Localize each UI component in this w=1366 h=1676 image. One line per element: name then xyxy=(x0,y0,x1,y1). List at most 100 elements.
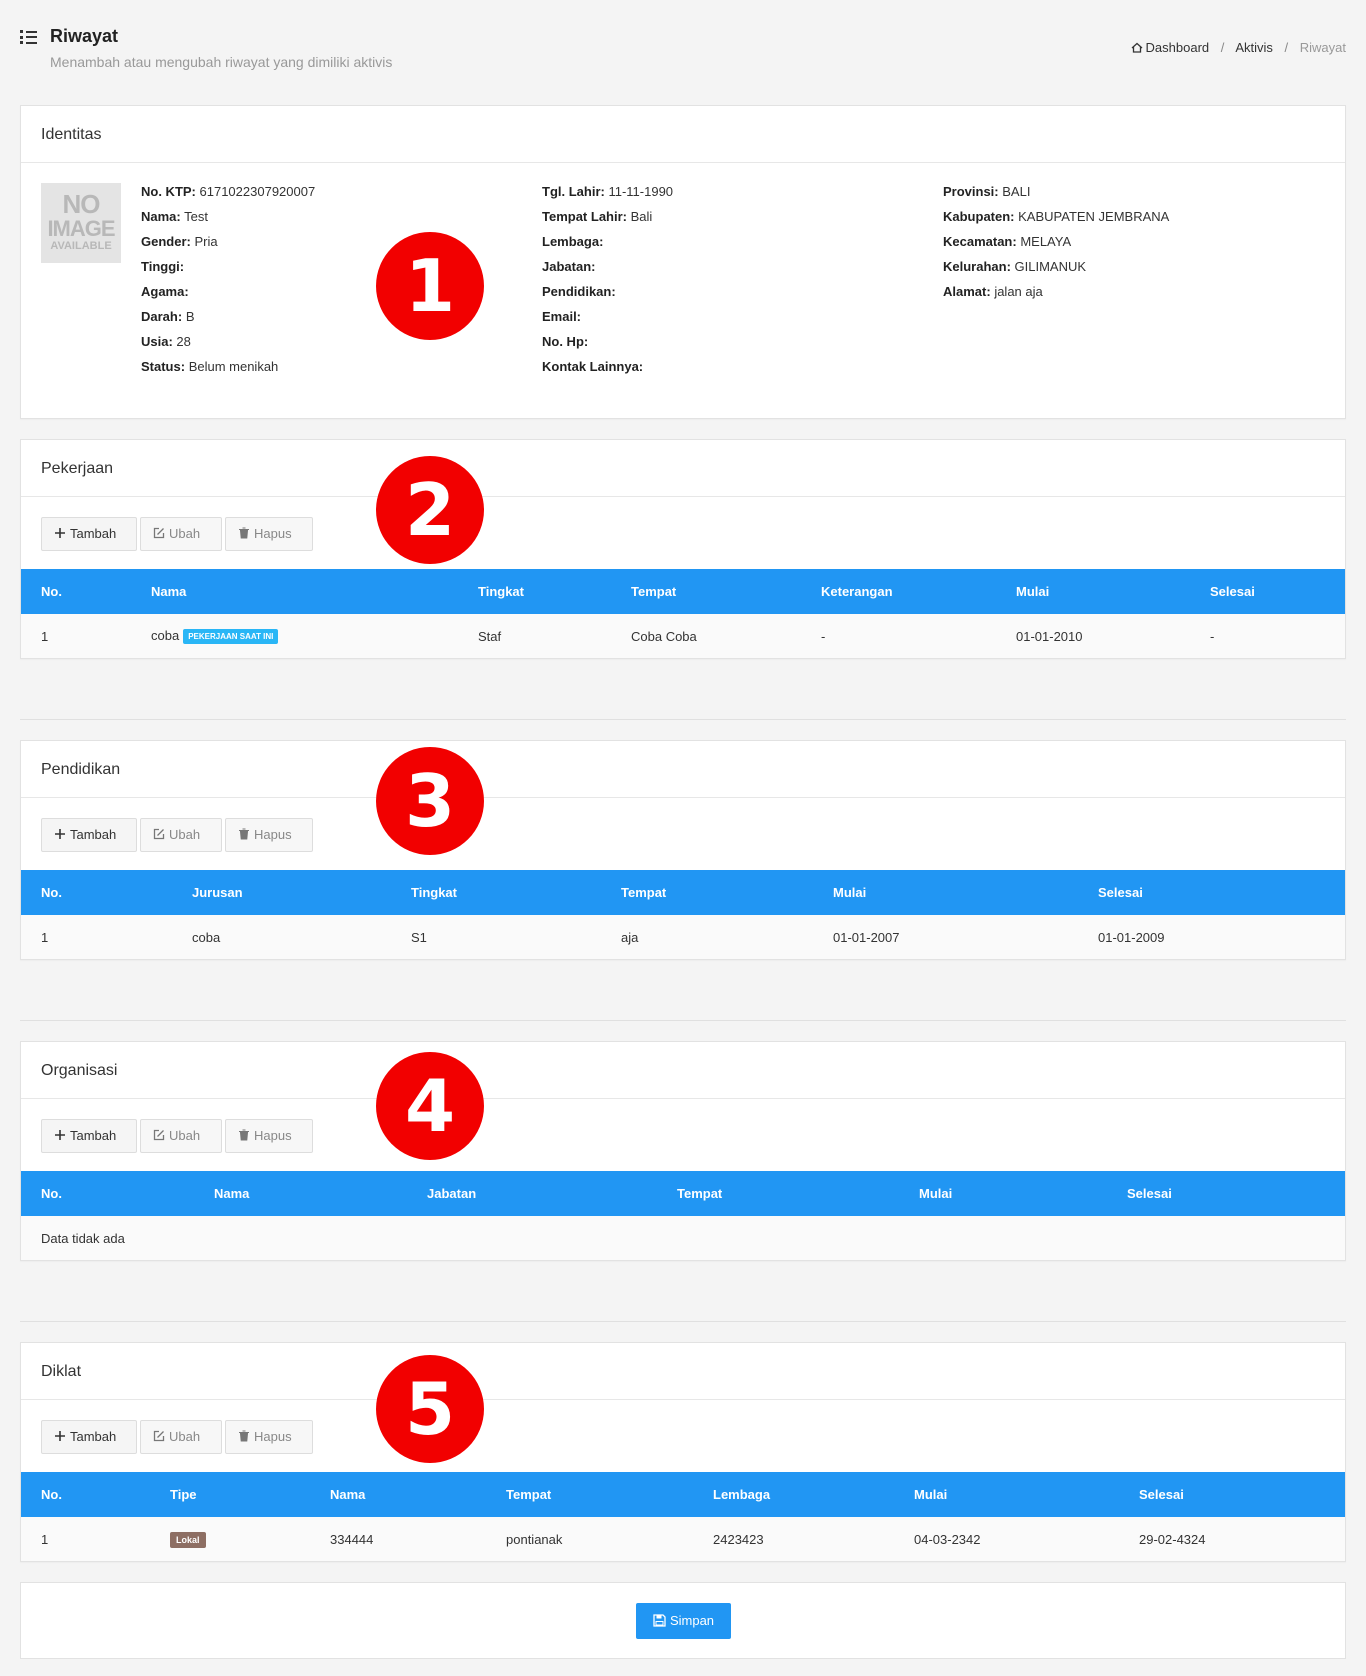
field-value: 6171022307920007 xyxy=(199,184,316,199)
field-label: Status: xyxy=(141,359,186,374)
field-value: GILIMANUK xyxy=(1014,259,1087,274)
delete-button[interactable]: Hapus xyxy=(225,1119,313,1153)
column-header[interactable]: No. xyxy=(21,569,131,614)
column-header[interactable]: Selesai xyxy=(1107,1171,1345,1216)
breadcrumb-riwayat: Riwayat xyxy=(1299,40,1346,55)
add-button[interactable]: Tambah xyxy=(41,1119,137,1153)
column-header[interactable]: No. xyxy=(21,870,172,915)
column-header[interactable]: Tempat xyxy=(611,569,801,614)
identitas-field: Status: Belum menikah xyxy=(141,358,315,383)
identitas-body: NO IMAGE AVAILABLE No. KTP: 617102230792… xyxy=(21,163,1345,419)
column-header[interactable]: Jabatan xyxy=(407,1171,657,1216)
identitas-field: Tempat Lahir: Bali xyxy=(542,208,673,233)
field-label: Kabupaten: xyxy=(943,209,1015,224)
column-header[interactable]: No. xyxy=(21,1171,194,1216)
identitas-field: Gender: Pria xyxy=(141,233,315,258)
identitas-field: Nama: Test xyxy=(141,208,315,233)
column-header[interactable]: Selesai xyxy=(1119,1472,1345,1517)
edit-button[interactable]: Ubah xyxy=(140,1119,222,1153)
edit-button[interactable]: Ubah xyxy=(140,1420,222,1454)
column-header[interactable]: Tempat xyxy=(601,870,813,915)
cell-tingkat: S1 xyxy=(411,929,427,945)
edit-icon xyxy=(153,1430,165,1442)
save-icon xyxy=(653,1614,666,1627)
trash-icon xyxy=(239,828,249,840)
field-label: Email: xyxy=(542,309,582,324)
breadcrumb: Dashboard / Aktivis / Riwayat xyxy=(1131,40,1346,55)
identitas-field: Kontak Lainnya: xyxy=(542,358,673,383)
list-icon xyxy=(20,30,38,44)
identitas-field: Email: xyxy=(542,308,673,333)
diklat-card: Diklat Tambah Ubah Hapus No. Tipe Nama Temp… xyxy=(20,1342,1346,1562)
edit-icon xyxy=(153,1129,165,1141)
delete-button[interactable]: Hapus xyxy=(225,818,313,852)
diklat-title: Diklat xyxy=(21,1343,1345,1400)
identitas-field: Kelurahan: GILIMANUK xyxy=(943,258,1169,283)
field-label: Darah: xyxy=(141,309,183,324)
identitas-field: Pendidikan: xyxy=(542,283,673,308)
pendidikan-table: No. Jurusan Tingkat Tempat Mulai Selesai 1 co… xyxy=(21,870,1345,959)
column-header[interactable]: Tingkat xyxy=(458,569,611,614)
delete-button[interactable]: Hapus xyxy=(225,517,313,551)
column-header[interactable]: Nama xyxy=(194,1171,407,1216)
pekerjaan-toolbar: Tambah Ubah Hapus xyxy=(21,497,1345,569)
cell-nama: 334444 xyxy=(330,1531,374,1547)
column-header[interactable]: Tempat xyxy=(486,1472,693,1517)
add-button[interactable]: Tambah xyxy=(41,517,137,551)
column-header[interactable]: Selesai xyxy=(1078,870,1345,915)
pekerjaan-table: No. Nama Tingkat Tempat Keterangan Mulai Seles… xyxy=(21,569,1345,658)
trash-icon xyxy=(239,527,249,539)
cell-selesai: - xyxy=(1210,628,1215,644)
column-header[interactable]: Keterangan xyxy=(801,569,996,614)
field-value: BALI xyxy=(1002,184,1031,199)
table-row[interactable]: 1 coba PEKERJAAN SAAT INI Staf Coba Coba … xyxy=(21,614,1345,658)
field-label: No. KTP: xyxy=(141,184,196,199)
identitas-field: Usia: 28 xyxy=(141,333,315,358)
cell-tempat: Coba Coba xyxy=(631,628,697,644)
identitas-field: Alamat: jalan aja xyxy=(943,283,1169,308)
field-label: Kelurahan: xyxy=(943,259,1011,274)
breadcrumb-aktivis[interactable]: Aktivis xyxy=(1235,40,1273,55)
column-header[interactable]: Nama xyxy=(310,1472,486,1517)
identitas-field: Kecamatan: MELAYA xyxy=(943,233,1169,258)
field-value: B xyxy=(185,309,195,324)
save-button[interactable]: Simpan xyxy=(636,1603,731,1639)
column-header[interactable]: Nama xyxy=(131,569,458,614)
column-header[interactable]: Tipe xyxy=(150,1472,310,1517)
page-subtitle: Menambah atau mengubah riwayat yang dimi… xyxy=(50,54,393,70)
field-label: Tgl. Lahir: xyxy=(542,184,605,199)
breadcrumb-dashboard[interactable]: Dashboard xyxy=(1146,40,1210,55)
cell-tingkat: Staf xyxy=(478,628,502,644)
cell-mulai: 01-01-2010 xyxy=(1016,628,1083,644)
add-button[interactable]: Tambah xyxy=(41,1420,137,1454)
delete-button[interactable]: Hapus xyxy=(225,1420,313,1454)
table-row[interactable]: 1 Lokal 334444 pontianak 2423423 04-03-2… xyxy=(21,1517,1345,1561)
plus-icon xyxy=(55,1130,65,1140)
column-header[interactable]: Mulai xyxy=(996,569,1190,614)
cell-no: 1 xyxy=(41,929,49,945)
cell-no: 1 xyxy=(41,1531,49,1547)
column-header[interactable]: Mulai xyxy=(894,1472,1119,1517)
add-button[interactable]: Tambah xyxy=(41,818,137,852)
column-header[interactable]: Jurusan xyxy=(172,870,391,915)
column-header[interactable]: No. xyxy=(21,1472,150,1517)
table-row[interactable]: 1 coba S1 aja 01-01-2007 01-01-2009 xyxy=(21,915,1345,959)
marker-4: 4 xyxy=(376,1052,484,1160)
identitas-column-2: Tgl. Lahir: 11-11-1990 Tempat Lahir: Bali… xyxy=(542,183,673,383)
column-header[interactable]: Tempat xyxy=(657,1171,899,1216)
field-label: Pendidikan: xyxy=(542,284,616,299)
edit-button[interactable]: Ubah xyxy=(140,818,222,852)
identitas-title: Identitas xyxy=(21,106,1345,163)
section-divider xyxy=(20,1321,1346,1322)
column-header[interactable]: Selesai xyxy=(1190,569,1345,614)
field-label: Agama: xyxy=(141,284,189,299)
column-header[interactable]: Mulai xyxy=(899,1171,1107,1216)
column-header[interactable]: Tingkat xyxy=(391,870,601,915)
edit-button[interactable]: Ubah xyxy=(140,517,222,551)
cell-tipe: Lokal xyxy=(150,1517,310,1561)
empty-message: Data tidak ada xyxy=(41,1230,125,1246)
column-header[interactable]: Lembaga xyxy=(693,1472,894,1517)
marker-3: 3 xyxy=(376,747,484,855)
column-header[interactable]: Mulai xyxy=(813,870,1078,915)
pekerjaan-card: Pekerjaan Tambah Ubah Hapus No. Nama Tingk… xyxy=(20,439,1346,659)
